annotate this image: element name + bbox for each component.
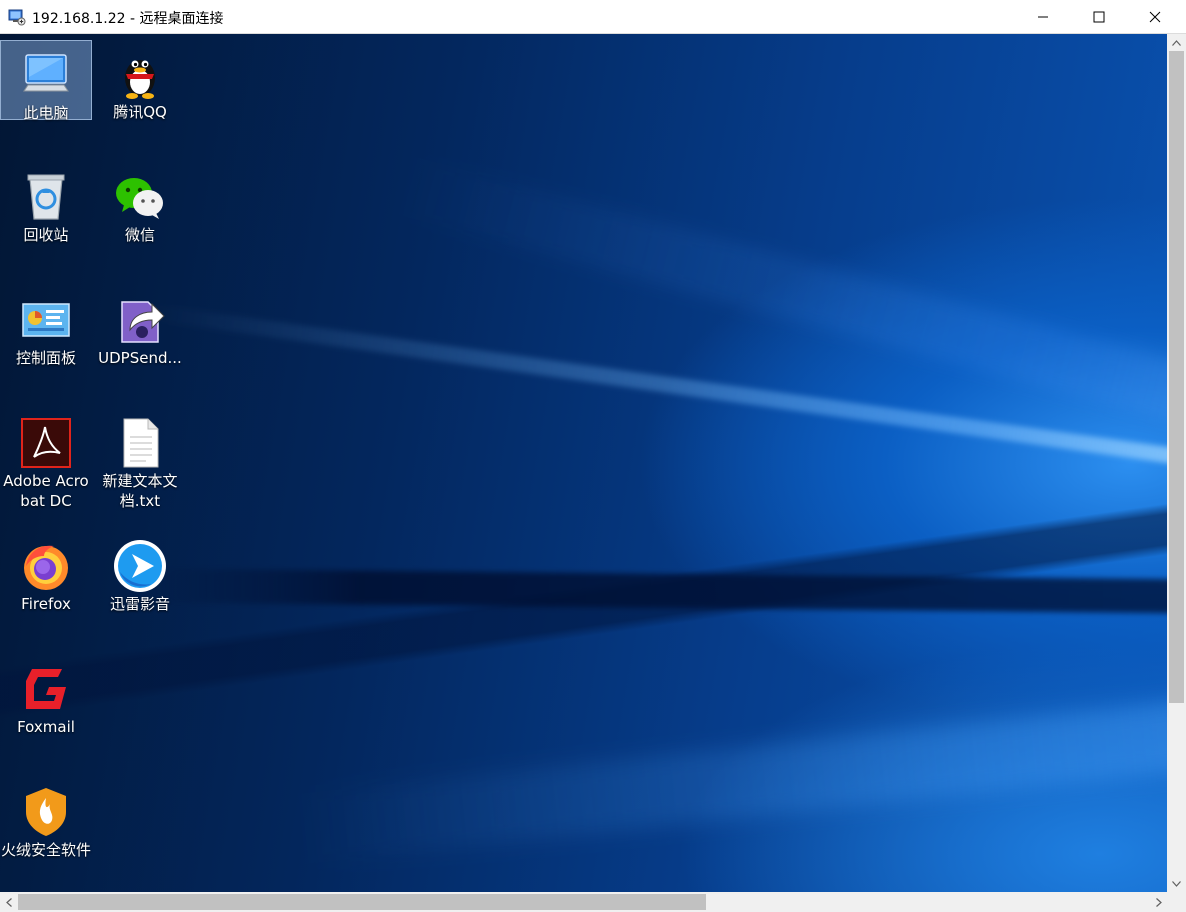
desktop-icon-udpsend[interactable]: UDPSend... [94,286,186,396]
desktop-icon-label: Foxmail [17,718,75,736]
scroll-down-button[interactable] [1167,875,1186,892]
huorong-security-icon [26,788,66,836]
vertical-scroll-thumb[interactable] [1169,51,1184,703]
horizontal-scroll-thumb[interactable] [18,894,706,910]
desktop-icon-label: Adobe Acrobat DC [3,472,89,510]
maximize-icon [1093,11,1105,23]
close-icon [1149,11,1161,23]
desktop-icon-label: 控制面板 [15,349,76,367]
horizontal-scrollbar[interactable] [0,892,1167,912]
desktop-icon-firefox[interactable]: Firefox [0,532,92,642]
chevron-right-icon [1155,897,1162,907]
qq-penguin-icon [125,60,155,99]
remote-desktop-area[interactable]: 此电脑 回收站 控制面板 Adobe Acrobat DC Firefox Fo… [0,34,1167,892]
desktop-icon-recycle-bin[interactable]: 回收站 [0,163,92,273]
desktop-icon-label: 迅雷影音 [109,595,170,613]
chevron-up-icon [1172,39,1181,46]
control-panel-icon [22,303,70,337]
vertical-scrollbar[interactable] [1167,34,1186,892]
desktop-icon-label: UDPSend... [98,349,182,367]
desktop-icon-label: 腾讯QQ [113,103,167,121]
desktop-icon-label: 微信 [124,226,155,244]
desktop-icon-text-file[interactable]: 新建文本文档.txt [94,409,186,519]
scroll-up-button[interactable] [1167,34,1186,51]
desktop-icon-control-panel[interactable]: 控制面板 [0,286,92,396]
xunlei-player-icon [114,540,166,592]
desktop-icon-adobe-acrobat[interactable]: Adobe Acrobat DC [0,409,92,519]
close-button[interactable] [1132,0,1178,34]
desktop-icon-wechat[interactable]: 微信 [94,163,186,273]
scroll-left-button[interactable] [0,892,17,912]
computer-icon [23,54,69,92]
chevron-down-icon [1172,880,1181,887]
firefox-icon [24,545,68,590]
desktop-icon-label: 火绒安全软件 [0,841,91,859]
desktop-icon-label: 新建文本文档.txt [102,472,178,510]
wallpaper-light-beam [148,304,1167,487]
title-bar: 192.168.1.22 - 远程桌面连接 [0,0,1186,34]
text-file-icon [123,418,159,468]
scroll-right-button[interactable] [1150,892,1167,912]
foxmail-icon [26,669,66,709]
minimize-button[interactable] [1020,0,1066,34]
desktop-icon-label: 此电脑 [23,104,69,122]
remote-desktop-icon [8,8,26,26]
wallpaper-shadow-band [149,568,1167,614]
maximize-button[interactable] [1076,0,1122,34]
desktop-icon-this-pc[interactable]: 此电脑 [0,40,92,122]
minimize-icon [1038,16,1048,18]
desktop-icon-huorong[interactable]: 火绒安全软件 [0,778,92,888]
wallpaper-light-beam [392,155,1167,446]
scrollbar-corner [1167,892,1186,912]
udpsend-icon [121,301,165,343]
desktop-icon-label: 回收站 [23,226,69,244]
wallpaper-light-beam [296,694,1167,864]
recycle-bin-icon [27,174,65,220]
desktop-icon-xunlei-player[interactable]: 迅雷影音 [94,532,186,642]
acrobat-icon [21,418,71,468]
desktop-icon-foxmail[interactable]: Foxmail [0,655,92,765]
wechat-icon [116,178,163,219]
chevron-left-icon [5,897,12,907]
window-title: 192.168.1.22 - 远程桌面连接 [32,11,224,27]
desktop-icon-tencent-qq[interactable]: 腾讯QQ [94,40,186,150]
desktop-icon-label: Firefox [21,595,71,613]
